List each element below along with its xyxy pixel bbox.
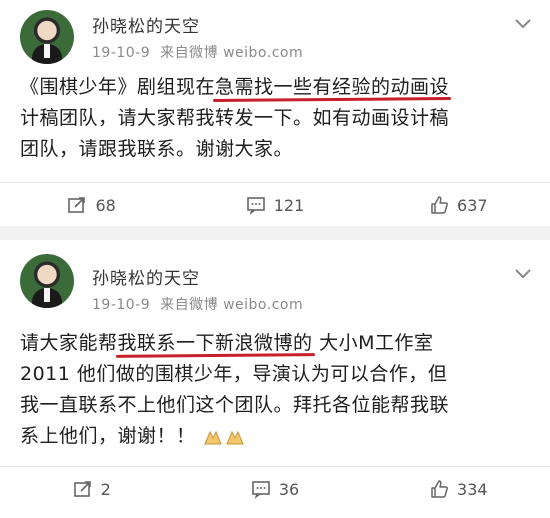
- post-date: 19-10-9: [92, 45, 151, 61]
- avatar[interactable]: [20, 254, 74, 308]
- post-source: 来自微博 weibo.com: [160, 45, 304, 61]
- folded-hands-emoji: [226, 430, 244, 444]
- chevron-down-icon[interactable]: [514, 18, 532, 30]
- content-line: 我一直联系不上他们这个团队。拜托各位能帮我联: [20, 394, 450, 416]
- action-bar: 2 36 334: [0, 466, 550, 511]
- repost-count: 2: [100, 479, 111, 499]
- content-line: 系上他们，谢谢！！: [20, 421, 535, 452]
- post-meta: 19-10-9 来自微博 weibo.com: [92, 42, 313, 62]
- avatar[interactable]: [20, 10, 74, 64]
- content-line: 请大家能帮我联系一下新浪微博的 大小M工作室: [20, 332, 434, 354]
- thumbs-up-icon: [431, 196, 448, 214]
- like-button[interactable]: 637: [367, 183, 550, 227]
- comment-count: 121: [273, 195, 305, 215]
- content-line: 2011 他们做的围棋少年，导演认为可以合作，但: [20, 363, 448, 385]
- action-bar: 68 121 637: [0, 182, 550, 227]
- chevron-down-icon[interactable]: [514, 268, 532, 280]
- weibo-post-2: 孙晓松的天空 19-10-9 来自微博 weibo.com 请大家能帮我联系一下新…: [0, 240, 550, 518]
- content-line: 计稿团队，请大家帮我转发一下。如有动画设计稿: [20, 107, 450, 129]
- username[interactable]: 孙晓松的天空: [92, 12, 200, 37]
- post-content: 《围棋少年》剧组现在急需找一些有经验的动画设 计稿团队，请大家帮我转发一下。如有…: [20, 72, 535, 165]
- weibo-post-1: 孙晓松的天空 19-10-9 来自微博 weibo.com 《围棋少年》剧组现在急…: [0, 0, 550, 226]
- like-count: 637: [457, 195, 488, 215]
- repost-icon: [73, 481, 91, 497]
- repost-count: 68: [95, 195, 116, 215]
- underlined-phrase: 急需找一些有经验的动画设: [215, 76, 450, 98]
- username[interactable]: 孙晓松的天空: [92, 264, 200, 289]
- comment-icon: [252, 481, 270, 499]
- post-meta: 19-10-9 来自微博 weibo.com: [92, 294, 313, 314]
- repost-button[interactable]: 2: [0, 467, 183, 511]
- repost-button[interactable]: 68: [0, 183, 183, 227]
- comment-count: 36: [278, 479, 300, 499]
- post-source: 来自微博 weibo.com: [160, 297, 304, 313]
- content-line: 《围棋少年》剧组现在急需找一些有经验的动画设: [20, 76, 450, 98]
- folded-hands-emoji: [204, 430, 222, 444]
- comment-button[interactable]: 36: [183, 467, 366, 511]
- like-count: 334: [457, 479, 488, 499]
- repost-icon: [68, 197, 86, 213]
- post-date: 19-10-9: [92, 297, 151, 313]
- post-content: 请大家能帮我联系一下新浪微博的 大小M工作室 2011 他们做的围棋少年，导演认…: [20, 328, 535, 452]
- comment-icon: [246, 197, 265, 215]
- content-line: 团队，请跟我联系。谢谢大家。: [20, 138, 294, 160]
- thumbs-up-icon: [431, 480, 448, 498]
- comment-button[interactable]: 121: [183, 183, 366, 227]
- underlined-phrase: 我联系一下新浪微博的: [117, 332, 313, 354]
- like-button[interactable]: 334: [367, 467, 550, 511]
